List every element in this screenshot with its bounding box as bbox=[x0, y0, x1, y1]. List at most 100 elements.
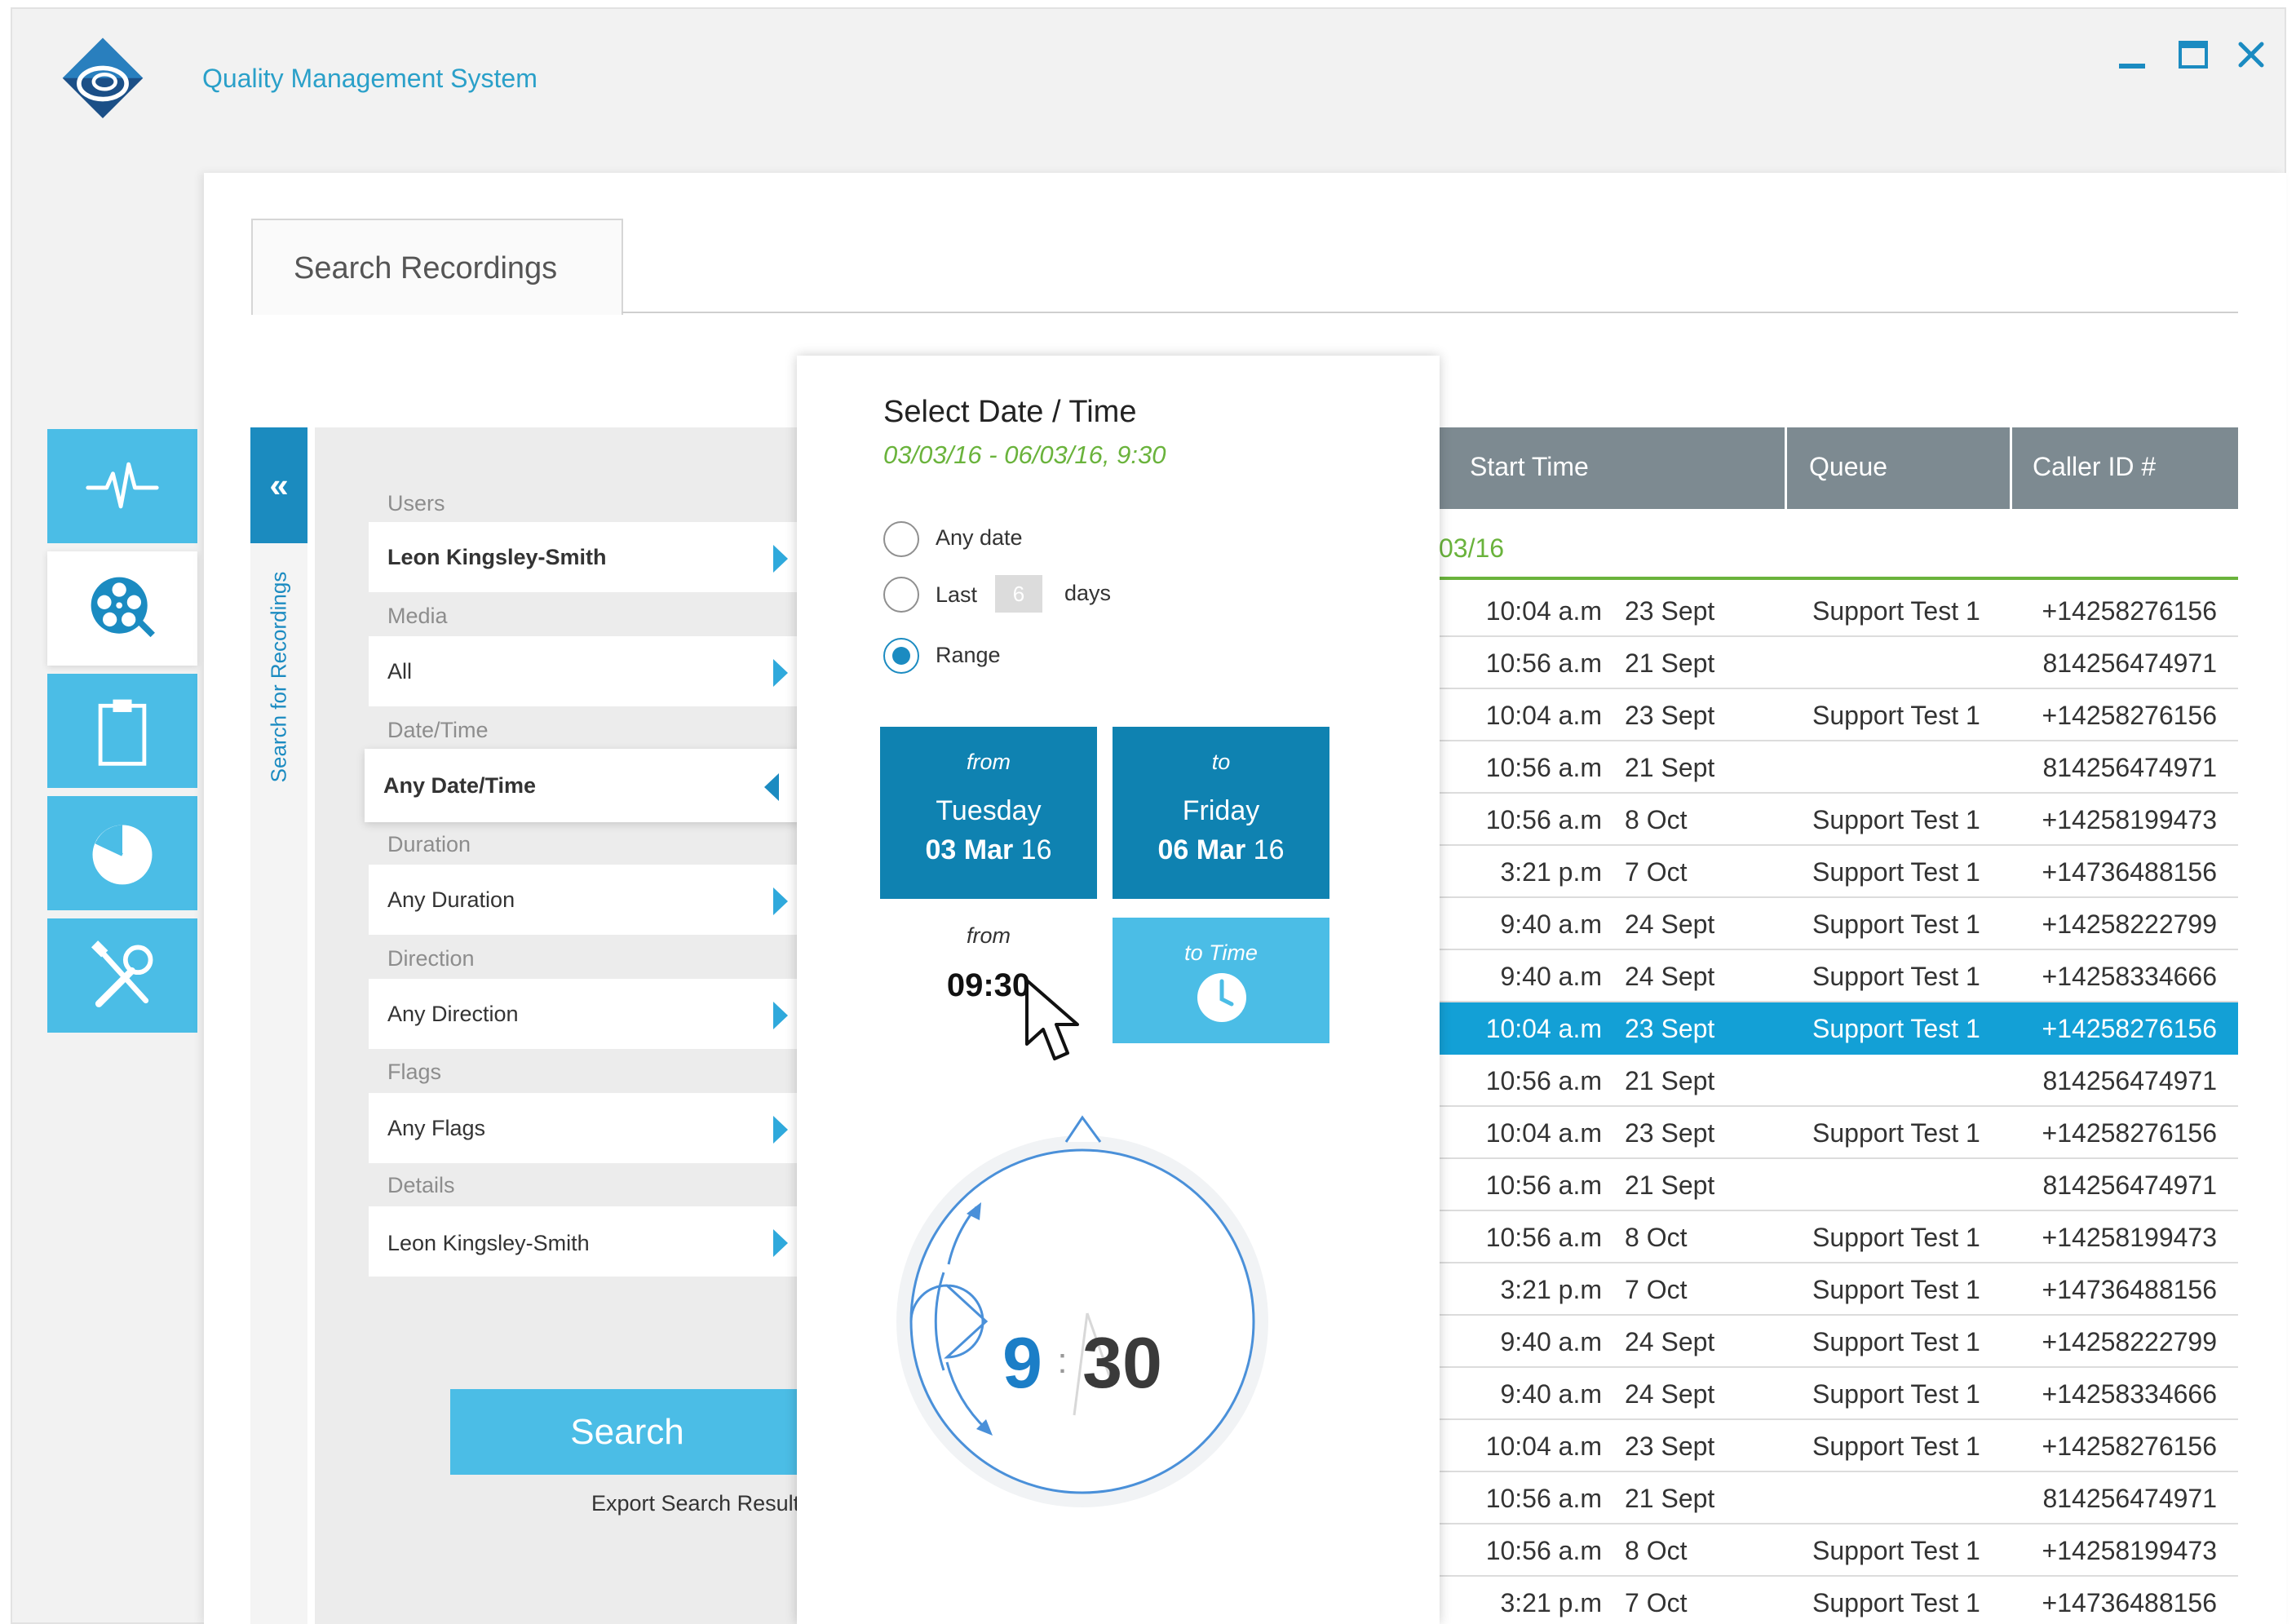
cell-date: 8 Oct bbox=[1625, 805, 1688, 834]
last-days-input[interactable]: 6 bbox=[995, 575, 1042, 613]
close-icon[interactable] bbox=[2231, 34, 2272, 75]
radio-any-date[interactable] bbox=[883, 521, 919, 557]
tab-search-recordings[interactable]: Search Recordings bbox=[251, 219, 623, 315]
users-filter[interactable]: Leon Kingsley-Smith bbox=[369, 522, 804, 592]
datetime-filter[interactable]: Any Date/Time bbox=[365, 749, 800, 822]
table-row[interactable]: 10:56 a.m 21 Sept 814256474971 bbox=[1439, 741, 2238, 794]
nav-activity[interactable] bbox=[47, 429, 197, 543]
cell-start-time: 10:56 a.m bbox=[1485, 753, 1602, 782]
table-row[interactable]: 10:56 a.m 21 Sept 814256474971 bbox=[1439, 1472, 2238, 1524]
cell-caller-id: 814256474971 bbox=[2042, 753, 2217, 782]
chevron-right-icon bbox=[773, 1229, 788, 1257]
chevron-right-icon bbox=[773, 545, 788, 573]
to-time-button[interactable]: to Time bbox=[1113, 918, 1329, 1043]
activity-icon bbox=[86, 462, 159, 509]
popup-title: Select Date / Time bbox=[883, 395, 1137, 429]
cell-date: 23 Sept bbox=[1625, 1432, 1715, 1461]
table-row[interactable]: 10:56 a.m 21 Sept 814256474971 bbox=[1439, 637, 2238, 689]
header-start-time[interactable]: Start Time bbox=[1470, 452, 1589, 482]
to-date-tile[interactable]: to Friday 06 Mar 16 bbox=[1113, 727, 1329, 899]
clock-icon bbox=[1197, 973, 1246, 1022]
table-header: Start Time Queue Caller ID # bbox=[1439, 427, 2238, 509]
dial-minute: 30 bbox=[1082, 1322, 1162, 1403]
cell-caller-id: +14258276156 bbox=[2042, 1014, 2217, 1043]
nav-recordings[interactable] bbox=[47, 551, 197, 666]
tools-icon bbox=[91, 940, 153, 1007]
nav-tools[interactable] bbox=[47, 918, 197, 1033]
search-button[interactable]: Search bbox=[450, 1389, 804, 1475]
duration-label: Duration bbox=[387, 832, 471, 856]
cell-start-time: 9:40 a.m bbox=[1500, 962, 1602, 991]
nav-reports[interactable] bbox=[47, 796, 197, 910]
range-label: Range bbox=[936, 643, 1001, 667]
duration-filter[interactable]: Any Duration bbox=[369, 865, 804, 935]
selected-range-summary: 03/03/16 - 06/03/16, 9:30 bbox=[883, 440, 1166, 469]
cell-queue: Support Test 1 bbox=[1812, 596, 1980, 626]
table-row[interactable]: 3:21 p.m 7 Oct Support Test 1 +14736488156 bbox=[1439, 846, 2238, 898]
maximize-icon[interactable] bbox=[2174, 34, 2214, 75]
cell-start-time: 3:21 p.m bbox=[1500, 857, 1602, 887]
collapse-panel-button[interactable]: « bbox=[250, 427, 307, 543]
media-filter[interactable]: All bbox=[369, 636, 804, 706]
table-row[interactable]: 10:04 a.m 23 Sept Support Test 1 +142582761… bbox=[1439, 1107, 2238, 1159]
cell-caller-id: +14258276156 bbox=[2042, 596, 2217, 626]
cell-start-time: 10:56 a.m bbox=[1485, 1066, 1602, 1095]
table-row[interactable]: 9:40 a.m 24 Sept Support Test 1 +1425822279… bbox=[1439, 1316, 2238, 1368]
table-row[interactable]: 10:56 a.m 8 Oct Support Test 1 +14258199473 bbox=[1439, 794, 2238, 846]
cell-date: 21 Sept bbox=[1625, 1170, 1715, 1200]
minimize-icon[interactable] bbox=[2112, 34, 2153, 75]
cell-date: 8 Oct bbox=[1625, 1536, 1688, 1565]
cell-date: 21 Sept bbox=[1625, 648, 1715, 678]
export-search-results-link[interactable]: Export Search Result bbox=[591, 1491, 799, 1516]
dial-hour: 9 bbox=[1002, 1322, 1042, 1403]
cell-start-time: 10:04 a.m bbox=[1485, 596, 1602, 626]
cell-date: 21 Sept bbox=[1625, 1066, 1715, 1095]
cell-date: 21 Sept bbox=[1625, 753, 1715, 782]
users-label: Users bbox=[387, 491, 445, 516]
cell-caller-id: 814256474971 bbox=[2042, 1170, 2217, 1200]
header-queue[interactable]: Queue bbox=[1809, 452, 1887, 482]
cell-date: 24 Sept bbox=[1625, 1379, 1715, 1409]
cell-start-time: 9:40 a.m bbox=[1500, 1327, 1602, 1356]
from-time-label: from bbox=[967, 923, 1011, 948]
details-filter[interactable]: Leon Kingsley-Smith bbox=[369, 1206, 804, 1277]
cell-date: 24 Sept bbox=[1625, 962, 1715, 991]
direction-filter[interactable]: Any Direction bbox=[369, 979, 804, 1049]
header-caller-id[interactable]: Caller ID # bbox=[2033, 452, 2156, 482]
to-date: 06 Mar 16 bbox=[1157, 834, 1285, 865]
cell-start-time: 3:21 p.m bbox=[1500, 1275, 1602, 1304]
time-picker-dial[interactable] bbox=[895, 1093, 1270, 1517]
flags-filter[interactable]: Any Flags bbox=[369, 1093, 804, 1163]
search-button-label: Search bbox=[570, 1411, 684, 1452]
to-day: Friday bbox=[1182, 795, 1260, 826]
cell-caller-id: +14258334666 bbox=[2042, 1379, 2217, 1409]
to-date-label: to bbox=[1211, 750, 1231, 774]
from-date-tile[interactable]: from Tuesday 03 Mar 16 bbox=[880, 727, 1097, 899]
table-row[interactable]: 10:04 a.m 23 Sept Support Test 1 +142582761… bbox=[1439, 689, 2238, 741]
cell-caller-id: +14258276156 bbox=[2042, 1432, 2217, 1461]
group-date-label: 03/16 bbox=[1439, 533, 1505, 563]
cell-caller-id: +14258199473 bbox=[2042, 1223, 2217, 1252]
table-row[interactable]: 10:04 a.m 23 Sept Support Test 1 +142582761… bbox=[1439, 585, 2238, 637]
nav-evaluations[interactable] bbox=[47, 674, 197, 788]
cell-queue: Support Test 1 bbox=[1812, 1014, 1980, 1043]
radio-range[interactable] bbox=[883, 638, 919, 674]
cell-date: 23 Sept bbox=[1625, 1014, 1715, 1043]
table-row[interactable]: 10:56 a.m 21 Sept 814256474971 bbox=[1439, 1055, 2238, 1107]
cell-date: 8 Oct bbox=[1625, 1223, 1688, 1252]
cell-caller-id: +14736488156 bbox=[2042, 1275, 2217, 1304]
table-row[interactable]: 10:56 a.m 8 Oct Support Test 1 +14258199473 bbox=[1439, 1524, 2238, 1577]
table-row[interactable]: 3:21 p.m 7 Oct Support Test 1 +14736488156 bbox=[1439, 1577, 2238, 1624]
table-row[interactable]: 3:21 p.m 7 Oct Support Test 1 +14736488156 bbox=[1439, 1263, 2238, 1316]
cell-caller-id: +14258222799 bbox=[2042, 1327, 2217, 1356]
table-row[interactable]: 10:56 a.m 21 Sept 814256474971 bbox=[1439, 1159, 2238, 1211]
table-row[interactable]: 10:04 a.m 23 Sept Support Test 1 +142582761… bbox=[1439, 1002, 2238, 1055]
double-chevron-left-icon: « bbox=[269, 466, 289, 504]
radio-last-days[interactable] bbox=[883, 577, 919, 613]
flags-value: Any Flags bbox=[387, 1116, 486, 1140]
table-row[interactable]: 9:40 a.m 24 Sept Support Test 1 +1425822279… bbox=[1439, 898, 2238, 950]
table-row[interactable]: 9:40 a.m 24 Sept Support Test 1 +1425833466… bbox=[1439, 1368, 2238, 1420]
table-row[interactable]: 9:40 a.m 24 Sept Support Test 1 +1425833466… bbox=[1439, 950, 2238, 1002]
table-row[interactable]: 10:56 a.m 8 Oct Support Test 1 +14258199473 bbox=[1439, 1211, 2238, 1263]
table-row[interactable]: 10:04 a.m 23 Sept Support Test 1 +142582761… bbox=[1439, 1420, 2238, 1472]
